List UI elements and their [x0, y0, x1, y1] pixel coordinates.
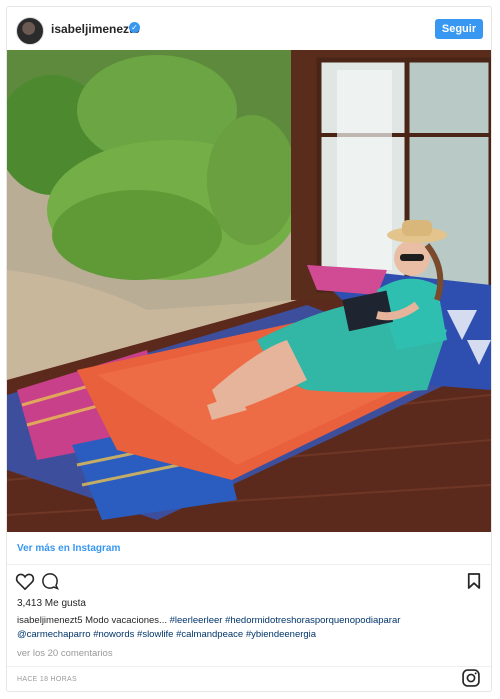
caption: isabeljimenezt5 Modo vacaciones... #leer… — [17, 614, 483, 642]
hashtag-link[interactable]: #leerleerleer — [170, 615, 223, 626]
verified-badge-icon: ✓ — [129, 22, 140, 33]
comment-bubble-icon[interactable] — [41, 572, 59, 590]
avatar[interactable] — [16, 17, 44, 45]
view-more-link[interactable]: Ver más en Instagram — [17, 543, 120, 554]
hashtag-link[interactable]: #hedormidotreshorasporquenopodiaparar — [225, 615, 400, 626]
hashtag-link[interactable]: #ybiendeenergia — [246, 629, 316, 640]
hashtag-link[interactable]: #nowords — [93, 629, 134, 640]
caption-username[interactable]: isabeljimenezt5 — [17, 615, 82, 626]
mention-link[interactable]: @carmechaparro — [17, 629, 91, 640]
divider — [7, 564, 491, 565]
instagram-logo-icon[interactable] — [461, 668, 481, 688]
bookmark-icon[interactable] — [467, 572, 481, 590]
caption-text: Modo vacaciones... — [85, 615, 167, 626]
post-photo[interactable] — [7, 50, 491, 532]
post-header: isabeljimenezt5 ✓ Seguir — [7, 7, 491, 51]
photo-illustration — [7, 50, 491, 532]
username[interactable]: isabeljimenezt5 — [51, 22, 140, 36]
hashtag-link[interactable]: #slowlife — [137, 629, 173, 640]
view-comments-link[interactable]: ver los 20 comentarios — [17, 648, 113, 659]
hashtag-link[interactable]: #calmandpeace — [176, 629, 243, 640]
timestamp: HACE 18 HORAS — [17, 676, 77, 683]
follow-button[interactable]: Seguir — [435, 19, 483, 39]
likes-count: 3,413 Me gusta — [17, 598, 86, 609]
divider — [7, 666, 491, 667]
heart-icon[interactable] — [15, 572, 35, 590]
instagram-embed-card: isabeljimenezt5 ✓ Seguir Ver más en Inst… — [6, 6, 492, 692]
